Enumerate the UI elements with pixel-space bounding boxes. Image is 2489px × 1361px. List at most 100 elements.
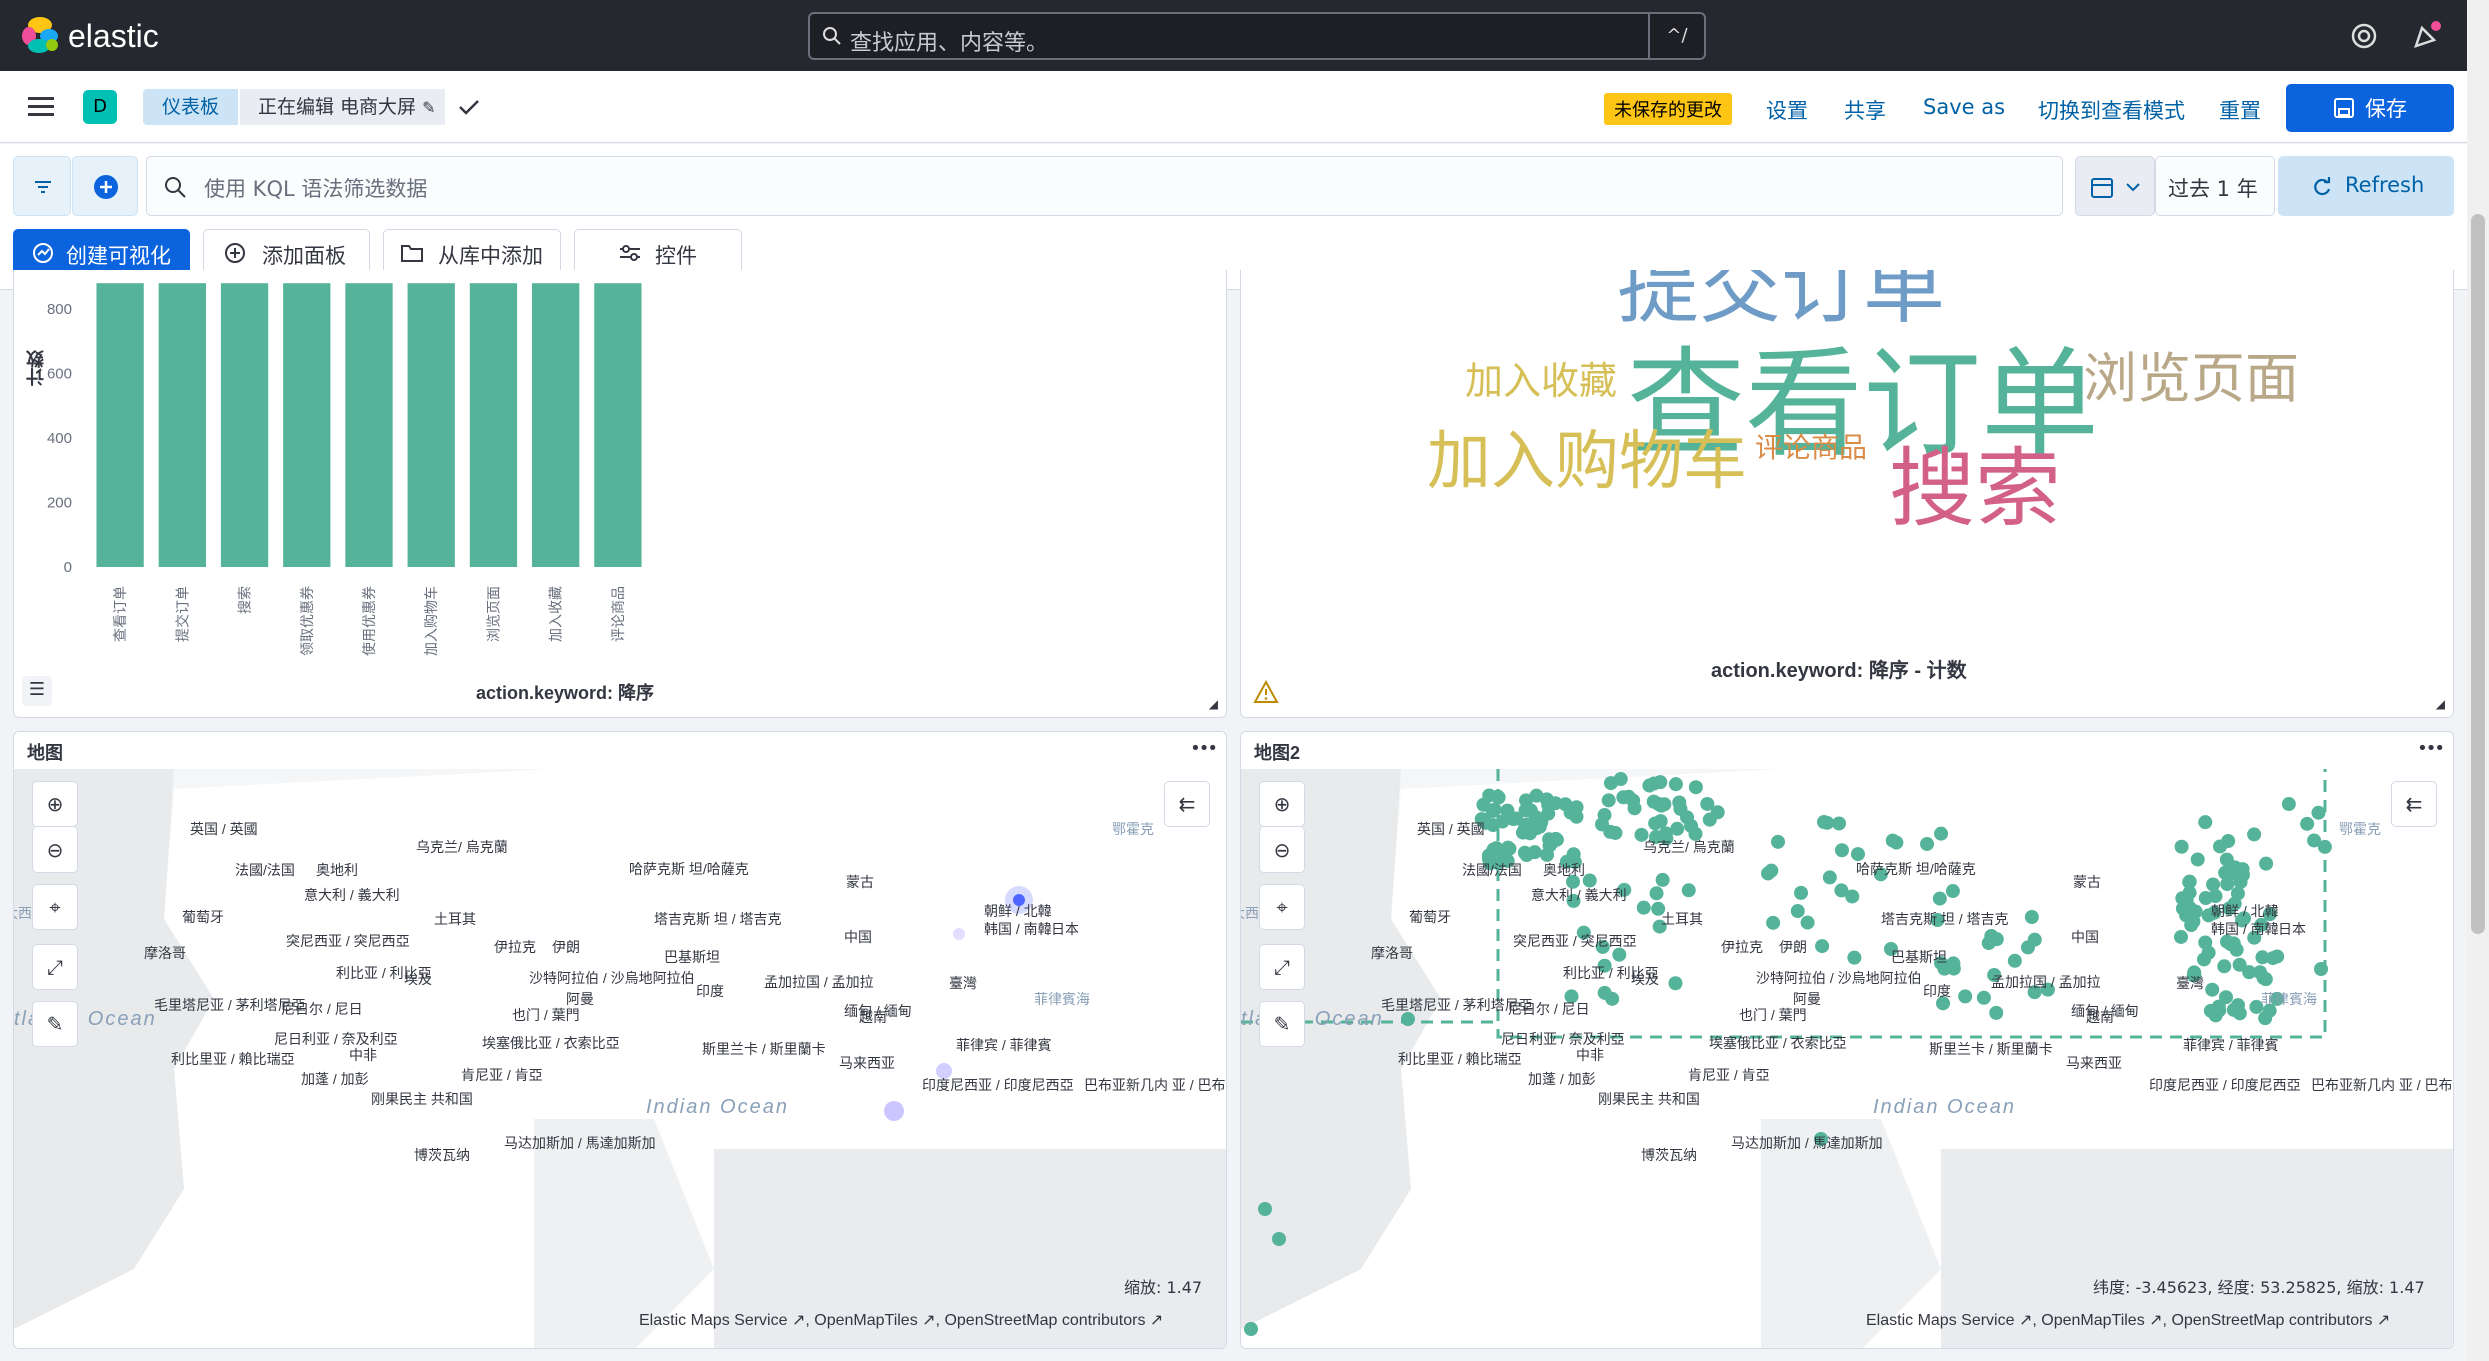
- map-data-point[interactable]: [2258, 972, 2273, 987]
- save-button[interactable]: 保存: [2286, 84, 2454, 132]
- add-panel-button[interactable]: 添加面板: [203, 229, 370, 275]
- breadcrumb-current[interactable]: 正在编辑 电商大屏 ✎: [240, 89, 445, 125]
- map-data-point[interactable]: [1668, 777, 1683, 792]
- map-data-point[interactable]: [2184, 918, 2199, 933]
- map-data-point[interactable]: [1668, 976, 1683, 991]
- bar[interactable]: [532, 283, 580, 567]
- settings-link[interactable]: 设置: [1766, 95, 1808, 125]
- bar[interactable]: [96, 283, 144, 567]
- map-data-point[interactable]: [2024, 910, 2039, 925]
- map-data-point[interactable]: [1649, 886, 1664, 901]
- zoom-out-button[interactable]: ⊖: [1259, 827, 1305, 873]
- warning-icon[interactable]: [1253, 680, 1279, 704]
- add-filter-button[interactable]: [72, 156, 138, 216]
- fit-to-data-button[interactable]: ⤢: [1259, 944, 1305, 990]
- zoom-in-button[interactable]: ⊕: [1259, 781, 1305, 827]
- controls-button[interactable]: 控件: [574, 229, 742, 275]
- tools-button[interactable]: ✎: [1259, 1001, 1305, 1047]
- map-data-point[interactable]: [1495, 814, 1510, 829]
- resize-handle-icon[interactable]: ◢: [2436, 697, 2445, 711]
- map-data-point[interactable]: [2311, 805, 2326, 820]
- zoom-in-button[interactable]: ⊕: [32, 781, 78, 827]
- date-quick-menu-button[interactable]: [2075, 156, 2155, 216]
- map-data-point[interactable]: [1688, 780, 1703, 795]
- page-scrollbar[interactable]: [2467, 0, 2489, 1361]
- help-icon[interactable]: [2350, 22, 2378, 50]
- create-visualization-button[interactable]: 创建可视化: [13, 229, 190, 275]
- map-data-point[interactable]: [2242, 965, 2257, 980]
- map-data-point[interactable]: [1601, 793, 1616, 808]
- map-data-point[interactable]: [2259, 856, 2274, 871]
- map-data-point[interactable]: [2185, 904, 2200, 919]
- map-data-point[interactable]: [1820, 815, 1835, 830]
- map-data-point[interactable]: [2213, 839, 2228, 854]
- map-data-point[interactable]: [1496, 845, 1511, 860]
- map-data-point[interactable]: [1401, 1012, 1415, 1026]
- map-data-point[interactable]: [2235, 862, 2250, 877]
- map-data-point[interactable]: [1244, 1322, 1258, 1336]
- map-data-point[interactable]: [1932, 891, 1947, 906]
- map-data-point[interactable]: [1605, 991, 1620, 1006]
- map-data-point[interactable]: [1529, 788, 1544, 803]
- news-feed-icon[interactable]: [2412, 20, 2442, 50]
- map-data-point[interactable]: [2230, 886, 2245, 901]
- set-view-button[interactable]: ⌖: [32, 884, 78, 930]
- map-data-point[interactable]: [2258, 1011, 2273, 1026]
- map-data-point[interactable]: [2233, 874, 2248, 889]
- map-data-point[interactable]: [2205, 982, 2220, 997]
- map-data-point[interactable]: [2198, 815, 2213, 830]
- map-data-point[interactable]: [1527, 845, 1542, 860]
- map-data-point[interactable]: [1958, 989, 1973, 1004]
- map-data-point[interactable]: [1654, 798, 1669, 813]
- filter-menu-button[interactable]: [13, 156, 71, 216]
- map-data-point[interactable]: [1540, 847, 1555, 862]
- map-data-point[interactable]: [1603, 776, 1618, 791]
- map-data-point[interactable]: [1845, 889, 1860, 904]
- attribution-osm[interactable]: OpenStreetMap contributors: [2171, 1312, 2372, 1329]
- space-avatar[interactable]: D: [83, 90, 117, 124]
- map-data-point[interactable]: [1608, 825, 1623, 840]
- map-data-point[interactable]: [1981, 936, 1996, 951]
- map-data-point[interactable]: [1834, 843, 1849, 858]
- kql-query-input[interactable]: 使用 KQL 语法筛选数据: [146, 156, 2063, 216]
- map-data-point[interactable]: [2174, 839, 2189, 854]
- set-view-button[interactable]: ⌖: [1259, 884, 1305, 930]
- save-as-link[interactable]: Save as: [1923, 95, 2005, 119]
- time-range-display[interactable]: 过去 1 年: [2155, 156, 2275, 216]
- attribution-openmaptiles[interactable]: OpenMapTiles: [814, 1312, 917, 1329]
- layer-control-button[interactable]: ⇇: [2391, 781, 2437, 827]
- map-data-point[interactable]: [2206, 877, 2221, 892]
- map-data-point[interactable]: [1670, 821, 1685, 836]
- map-data-point[interactable]: [2300, 816, 2315, 831]
- switch-to-view-mode-link[interactable]: 切换到查看模式: [2038, 95, 2185, 125]
- map-data-point[interactable]: [1989, 1005, 2004, 1020]
- map-data-point[interactable]: [1272, 1232, 1286, 1246]
- map-data-point[interactable]: [1794, 885, 1809, 900]
- checkmark-icon[interactable]: [458, 97, 480, 117]
- layer-control-button[interactable]: ⇇: [1164, 781, 1210, 827]
- map-data-point[interactable]: [1681, 883, 1696, 898]
- map-data-point[interactable]: [2270, 949, 2285, 964]
- bar[interactable]: [469, 283, 518, 567]
- map-data-point[interactable]: [2007, 953, 2022, 968]
- add-from-library-button[interactable]: 从库中添加: [383, 229, 561, 275]
- map-data-point[interactable]: [1482, 788, 1497, 803]
- map-data-point[interactable]: [2226, 1002, 2241, 1017]
- map-data-point[interactable]: [1761, 866, 1776, 881]
- map-data-point[interactable]: [2182, 875, 2197, 890]
- map-data-point[interactable]: [1920, 836, 1935, 851]
- scrollbar-thumb[interactable]: [2471, 214, 2485, 934]
- attribution-osm[interactable]: OpenStreetMap contributors: [944, 1312, 1145, 1329]
- map-data-point[interactable]: [1653, 814, 1668, 829]
- bar[interactable]: [283, 283, 331, 567]
- map-data-point[interactable]: [1800, 915, 1815, 930]
- map-data-point[interactable]: [1544, 835, 1559, 850]
- map-data-point[interactable]: [1684, 818, 1699, 833]
- bar[interactable]: [345, 283, 393, 567]
- map-data-point[interactable]: [1832, 816, 1847, 831]
- map-data-point[interactable]: [2281, 797, 2296, 812]
- bar[interactable]: [407, 283, 455, 567]
- map-data-point[interactable]: [1822, 870, 1837, 885]
- map-data-point[interactable]: [2314, 962, 2328, 976]
- map-data-point[interactable]: [2020, 940, 2035, 955]
